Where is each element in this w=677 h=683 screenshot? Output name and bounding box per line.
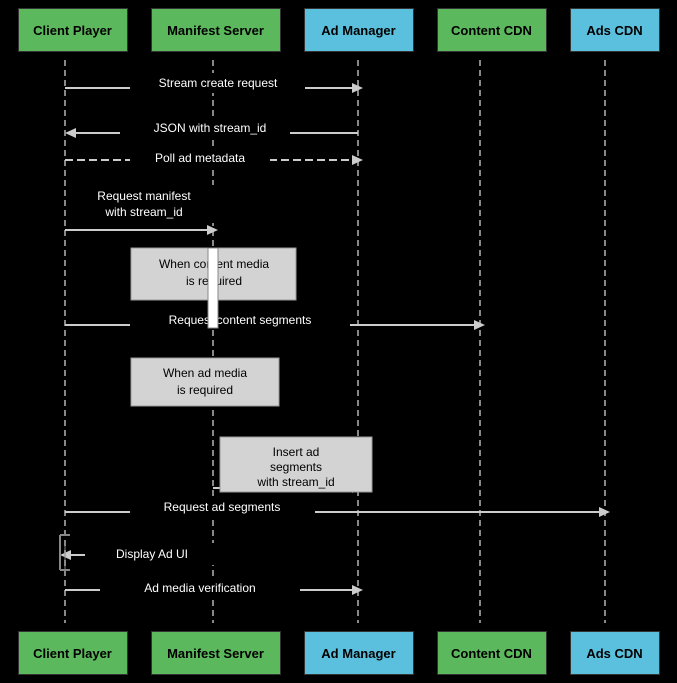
- msg2-label: JSON with stream_id: [154, 121, 267, 135]
- actor-admanager-bottom: Ad Manager: [304, 631, 414, 675]
- svg-text:Request ad segments: Request ad segments: [164, 500, 281, 514]
- actor-adscdn-top: Ads CDN: [570, 8, 660, 52]
- svg-text:is required: is required: [186, 274, 242, 288]
- msg3-label: Poll ad metadata: [155, 151, 245, 165]
- sequence-diagram: Stream create request JSON with stream_i…: [0, 0, 677, 683]
- actor-client-top: Client Player: [18, 8, 128, 52]
- actor-contentcdn-bottom: Content CDN: [437, 631, 547, 675]
- svg-text:Ad media verification: Ad media verification: [144, 581, 255, 595]
- svg-text:with stream_id: with stream_id: [104, 205, 182, 219]
- svg-text:Insert ad: Insert ad: [273, 445, 320, 459]
- actor-client-bottom: Client Player: [18, 631, 128, 675]
- diagram-svg: Stream create request JSON with stream_i…: [0, 0, 677, 683]
- svg-text:Display Ad UI: Display Ad UI: [116, 547, 188, 561]
- svg-text:segments: segments: [270, 460, 322, 474]
- msg1-label: Stream create request: [159, 76, 278, 90]
- svg-text:Request content segments: Request content segments: [169, 313, 312, 327]
- actor-manifest-top: Manifest Server: [151, 8, 281, 52]
- top-actor-bar: Client Player Manifest Server Ad Manager…: [0, 0, 677, 60]
- actor-adscdn-bottom: Ads CDN: [570, 631, 660, 675]
- actor-contentcdn-top: Content CDN: [437, 8, 547, 52]
- bottom-actor-bar: Client Player Manifest Server Ad Manager…: [0, 623, 677, 683]
- svg-text:When content media: When content media: [159, 257, 269, 271]
- svg-text:with stream_id: with stream_id: [256, 475, 334, 489]
- svg-text:is required: is required: [177, 383, 233, 397]
- svg-text:When ad media: When ad media: [163, 366, 247, 380]
- svg-text:Request manifest: Request manifest: [97, 189, 191, 203]
- actor-admanager-top: Ad Manager: [304, 8, 414, 52]
- actor-manifest-bottom: Manifest Server: [151, 631, 281, 675]
